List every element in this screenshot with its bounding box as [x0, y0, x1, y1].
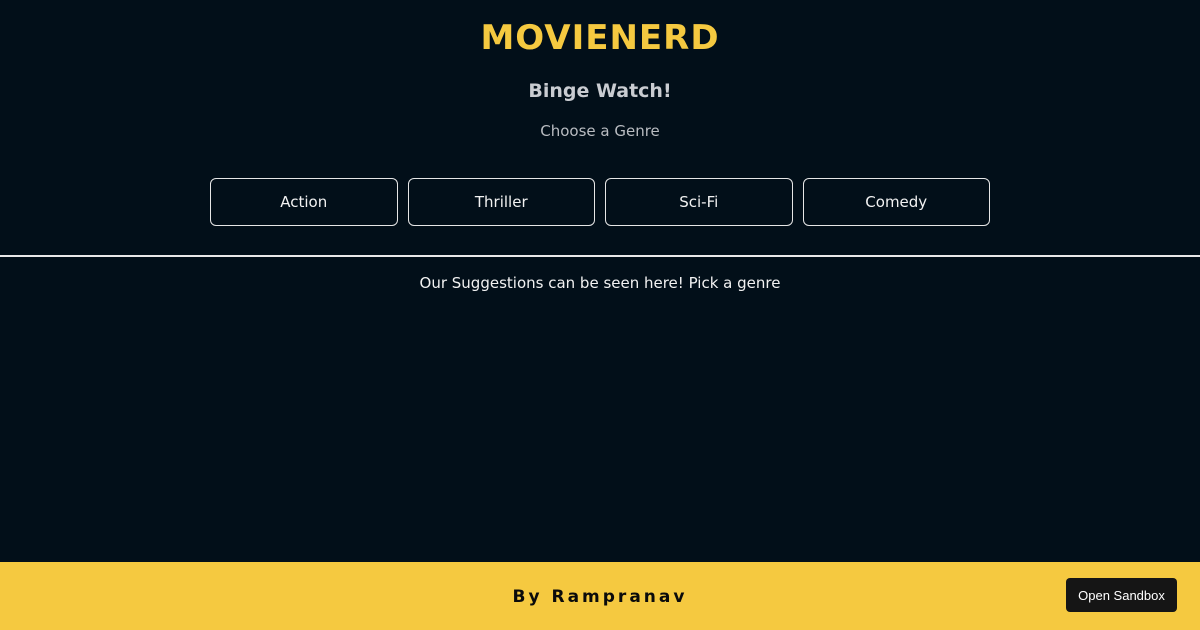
tagline: Binge Watch! — [528, 80, 672, 102]
footer: By Rampranav Open Sandbox — [0, 562, 1200, 630]
footer-credit: By Rampranav — [512, 587, 688, 607]
genre-button-action[interactable]: Action — [210, 178, 398, 226]
genre-button-group: Action Thriller Sci-Fi Comedy — [210, 178, 990, 226]
genre-prompt: Choose a Genre — [540, 122, 660, 140]
suggestions-message: Our Suggestions can be seen here! Pick a… — [419, 274, 781, 292]
open-sandbox-button[interactable]: Open Sandbox — [1066, 578, 1177, 612]
genre-button-thriller[interactable]: Thriller — [407, 178, 595, 226]
section-divider — [0, 255, 1200, 257]
brand-title: MOVIENERD — [480, 18, 720, 58]
genre-button-comedy[interactable]: Comedy — [802, 178, 990, 226]
genre-button-sci-fi[interactable]: Sci-Fi — [605, 178, 793, 226]
